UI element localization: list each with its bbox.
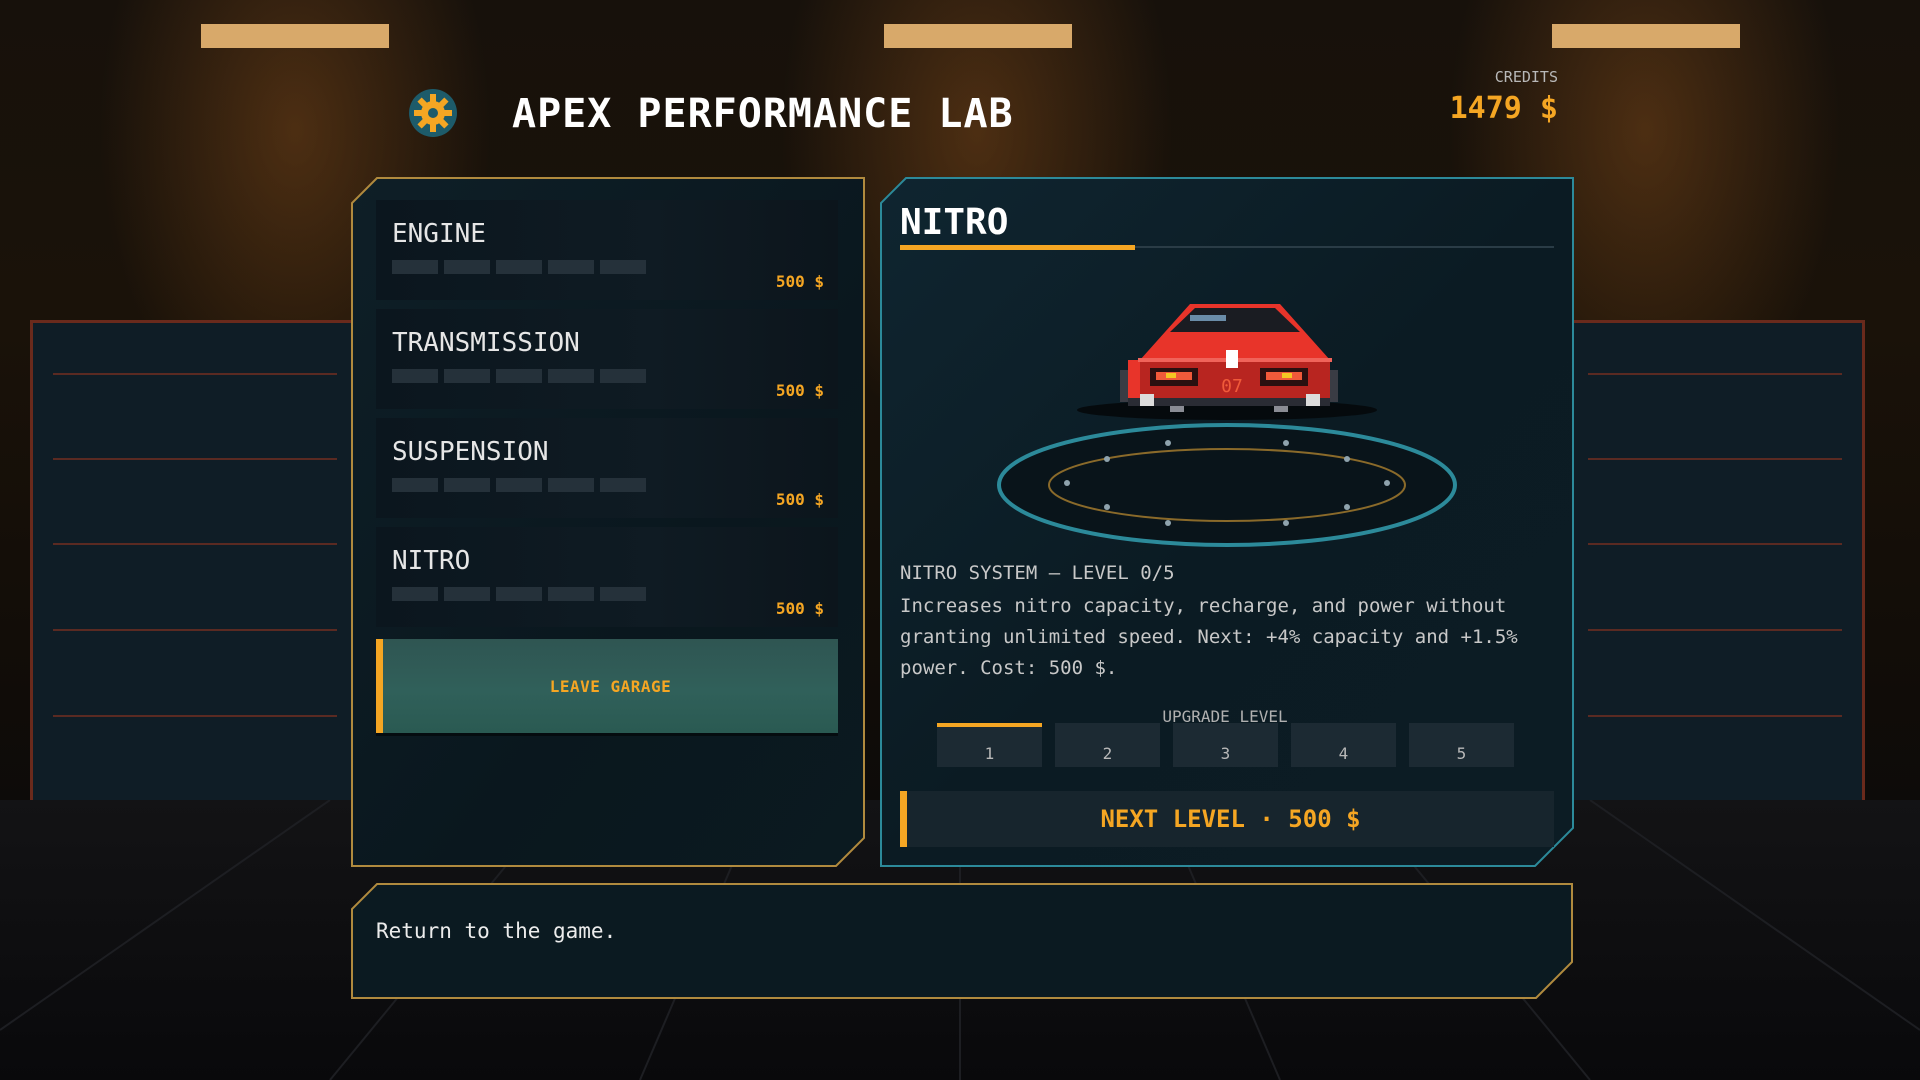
level-step-1[interactable]: 1 [937, 723, 1042, 767]
upgrade-description: Increases nitro capacity, recharge, and … [900, 595, 1518, 679]
level-step-4[interactable]: 4 [1291, 723, 1396, 767]
upgrade-name: NITRO [392, 546, 471, 576]
car-preview: 07 [990, 290, 1470, 550]
title-accent-bar [900, 245, 1135, 250]
upgrade-level-selector: 1 2 3 4 5 [937, 723, 1514, 767]
credits-label: CREDITS [1494, 68, 1558, 86]
detail-title: NITRO [900, 202, 1009, 243]
buy-next-level-button[interactable]: NEXT LEVEL · 500 $ [900, 791, 1554, 847]
credits-value: 1479 $ [1449, 91, 1558, 126]
upgrade-level-bar [392, 369, 646, 383]
upgrade-name: ENGINE [392, 219, 486, 249]
ceiling-light [201, 24, 389, 48]
upgrade-heading: NITRO SYSTEM — LEVEL 0/5 [900, 562, 1175, 584]
upgrade-card-engine[interactable]: ENGINE 500 $ [376, 200, 838, 300]
upgrade-level-bar [392, 260, 646, 274]
upgrade-price: 500 $ [775, 272, 824, 291]
upgrade-level-bar [392, 587, 646, 601]
leave-garage-button[interactable]: LEAVE GARAGE [376, 639, 838, 733]
upgrade-price: 500 $ [775, 599, 824, 618]
garage-wall-right [1565, 320, 1865, 800]
status-message: Return to the game. [376, 919, 617, 943]
page-title: APEX PERFORMANCE LAB [512, 91, 1014, 137]
upgrade-name: SUSPENSION [392, 437, 549, 467]
garage-wall-left [30, 320, 360, 800]
upgrade-card-transmission[interactable]: TRANSMISSION 500 $ [376, 309, 838, 409]
level-step-3[interactable]: 3 [1173, 723, 1278, 767]
gear-icon [408, 88, 458, 138]
buy-next-level-label: NEXT LEVEL · 500 $ [1100, 805, 1361, 833]
level-step-5[interactable]: 5 [1409, 723, 1514, 767]
upgrade-level-bar [392, 478, 646, 492]
car-plate-number: 07 [1221, 376, 1243, 397]
upgrade-price: 500 $ [775, 381, 824, 400]
leave-garage-label: LEAVE GARAGE [549, 676, 672, 696]
upgrade-card-suspension[interactable]: SUSPENSION 500 $ [376, 418, 838, 518]
upgrade-card-nitro[interactable]: NITRO 500 $ [376, 527, 838, 627]
upgrade-price: 500 $ [775, 490, 824, 509]
upgrade-name: TRANSMISSION [392, 328, 580, 358]
ceiling-light [884, 24, 1072, 48]
level-step-2[interactable]: 2 [1055, 723, 1160, 767]
ceiling-light [1552, 24, 1740, 48]
